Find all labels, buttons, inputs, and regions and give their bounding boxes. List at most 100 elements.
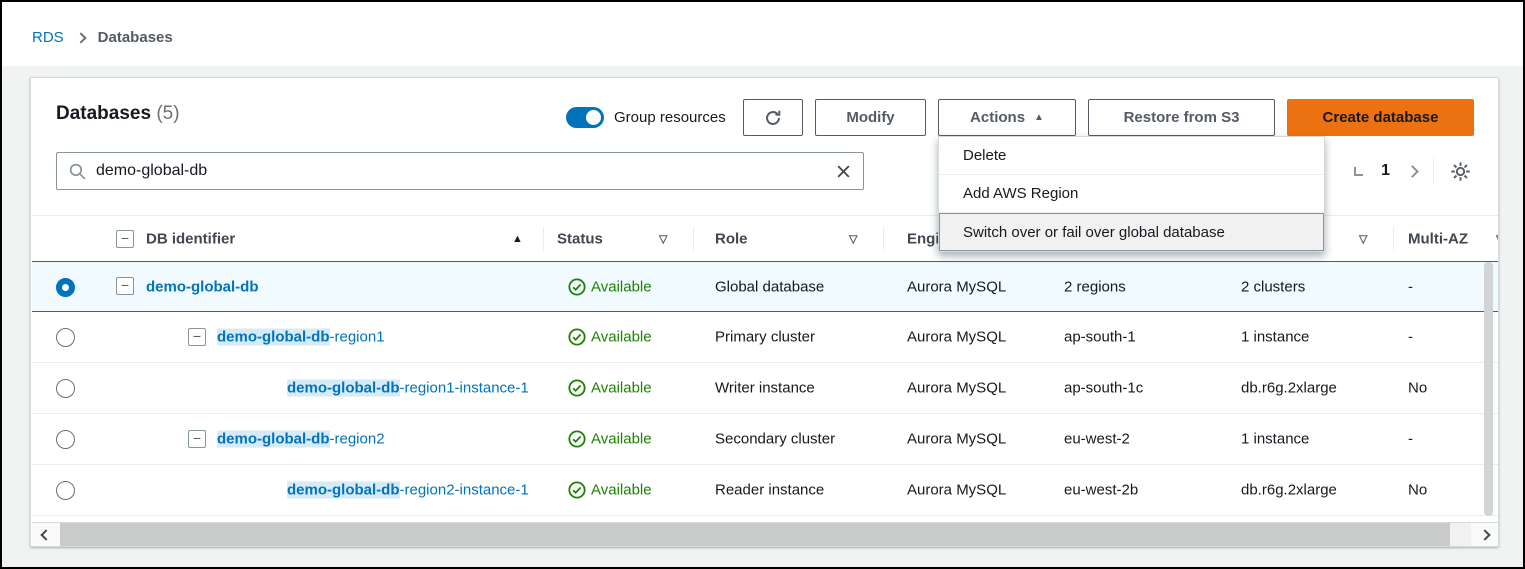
multi-az-cell: No <box>1408 380 1427 397</box>
previous-page-button[interactable] <box>1354 167 1363 176</box>
column-header-multi-az[interactable]: Multi-AZ <box>1408 230 1468 247</box>
row-collapse-toggle[interactable]: − <box>188 328 206 346</box>
create-database-button[interactable]: Create database <box>1287 99 1474 136</box>
breadcrumb: RDS Databases <box>32 29 173 46</box>
table-row[interactable]: − demo-global-db-region2 Available Secon… <box>32 414 1499 465</box>
table-row[interactable]: − demo-global-db-region1 Available Prima… <box>32 312 1499 363</box>
scroll-right-button[interactable] <box>1471 523 1499 547</box>
multi-az-cell: - <box>1408 431 1413 448</box>
breadcrumb-rds-link[interactable]: RDS <box>32 29 64 46</box>
actions-button[interactable]: Actions ▲ <box>938 99 1076 136</box>
header-divider <box>543 227 544 251</box>
db-name-match: demo-global-db <box>217 431 330 448</box>
horizontal-scrollbar[interactable] <box>32 522 1499 547</box>
multi-az-filter-icon[interactable]: ▽ <box>1496 232 1499 245</box>
refresh-button[interactable] <box>743 99 803 136</box>
row-radio-selected[interactable] <box>56 278 75 297</box>
db-identifier-cell: demo-global-db-region1-instance-1 <box>287 380 529 397</box>
filter-search-input[interactable]: demo-global-db <box>56 152 864 190</box>
db-name-suffix: -region1 <box>330 329 385 346</box>
status-cell: Available <box>591 482 652 499</box>
collapse-all-toggle[interactable]: − <box>116 230 134 248</box>
db-identifier-cell: demo-global-db-region1 <box>217 329 385 346</box>
db-link[interactable]: demo-global-db-region2-instance-1 <box>287 482 529 499</box>
row-collapse-toggle[interactable]: − <box>116 277 134 295</box>
db-identifier-cell: demo-global-db-region2 <box>217 431 385 448</box>
column-header-role[interactable]: Role <box>715 230 748 247</box>
size-cell: 1 instance <box>1241 329 1309 346</box>
toggle-knob <box>586 110 601 125</box>
role-cell: Secondary cluster <box>715 431 835 448</box>
row-radio[interactable] <box>56 328 75 347</box>
multi-az-cell: - <box>1408 329 1413 346</box>
db-name-match: demo-global-db <box>217 329 330 346</box>
caret-up-icon: ▲ <box>1034 112 1044 123</box>
table-body: − demo-global-db Available Global databa… <box>32 261 1499 516</box>
restore-from-s3-button[interactable]: Restore from S3 <box>1088 99 1275 136</box>
database-count: (5) <box>156 103 179 124</box>
breadcrumb-current: Databases <box>98 29 173 46</box>
column-header-db-identifier[interactable]: DB identifier <box>146 230 235 247</box>
multi-az-cell: - <box>1408 278 1413 295</box>
status-available-icon <box>568 278 586 301</box>
row-radio[interactable] <box>56 430 75 449</box>
group-resources-toggle[interactable]: Group resources <box>566 107 726 128</box>
restore-label: Restore from S3 <box>1124 109 1240 126</box>
engine-cell: Aurora MySQL <box>907 380 1006 397</box>
table-row[interactable]: − demo-global-db Available Global databa… <box>32 261 1499 312</box>
refresh-icon <box>764 109 782 127</box>
size-cell: 1 instance <box>1241 431 1309 448</box>
role-filter-icon[interactable]: ▽ <box>849 232 857 245</box>
chevron-left-icon <box>40 529 51 540</box>
db-identifier-header-label: DB identifier <box>146 230 235 247</box>
region-cell: 2 regions <box>1064 278 1126 295</box>
role-cell: Global database <box>715 278 824 295</box>
next-page-button[interactable] <box>1406 165 1419 178</box>
preferences-button[interactable] <box>1450 161 1471 182</box>
top-bar <box>2 2 1523 66</box>
row-radio[interactable] <box>56 481 75 500</box>
modify-button[interactable]: Modify <box>815 99 926 136</box>
size-filter-icon[interactable]: ▽ <box>1359 232 1367 245</box>
status-cell: Available <box>591 380 652 397</box>
size-cell: 2 clusters <box>1241 278 1305 295</box>
role-cell: Writer instance <box>715 380 815 397</box>
engine-cell: Aurora MySQL <box>907 431 1006 448</box>
menu-item-add-aws-region[interactable]: Add AWS Region <box>939 175 1324 213</box>
scroll-left-button[interactable] <box>32 523 60 547</box>
databases-panel: Databases (5) Group resources Modify Act… <box>30 77 1499 547</box>
status-filter-icon[interactable]: ▽ <box>659 232 667 245</box>
region-cell: ap-south-1c <box>1064 380 1143 397</box>
db-link[interactable]: demo-global-db-region1 <box>217 329 385 346</box>
row-radio[interactable] <box>56 379 75 398</box>
page-title: Databases (5) <box>56 103 180 125</box>
vertical-scrollbar[interactable] <box>1484 262 1493 516</box>
search-input-value[interactable]: demo-global-db <box>96 162 826 180</box>
row-collapse-toggle[interactable]: − <box>188 430 206 448</box>
clear-search-button[interactable] <box>836 164 851 179</box>
page-title-text: Databases <box>56 103 151 124</box>
current-page-number[interactable]: 1 <box>1381 162 1390 180</box>
menu-item-delete[interactable]: Delete <box>939 137 1324 175</box>
db-name-match: demo-global-db <box>146 278 259 295</box>
status-available-icon <box>568 430 586 453</box>
horizontal-scrollbar-thumb[interactable] <box>60 523 1450 547</box>
breadcrumb-chevron-icon <box>75 32 86 43</box>
table-row[interactable]: demo-global-db-region1-instance-1 Availa… <box>32 363 1499 414</box>
sort-ascending-icon[interactable]: ▲ <box>512 233 523 245</box>
db-link[interactable]: demo-global-db-region2 <box>217 431 385 448</box>
status-available-icon <box>568 379 586 402</box>
db-link[interactable]: demo-global-db-region1-instance-1 <box>287 380 529 397</box>
menu-item-switchover-failover[interactable]: Switch over or fail over global database <box>939 213 1324 251</box>
status-available-icon <box>568 328 586 351</box>
db-name-match: demo-global-db <box>287 380 400 397</box>
horizontal-scrollbar-track[interactable] <box>1450 523 1471 547</box>
table-row[interactable]: demo-global-db-region2-instance-1 Availa… <box>32 465 1499 516</box>
header-divider <box>1393 227 1394 251</box>
db-link[interactable]: demo-global-db <box>146 278 259 295</box>
db-name-match: demo-global-db <box>287 482 400 499</box>
gear-icon <box>1450 161 1471 182</box>
column-header-status[interactable]: Status <box>557 230 603 247</box>
toggle-switch-on-icon[interactable] <box>566 107 604 128</box>
pagination-divider <box>1433 157 1434 185</box>
